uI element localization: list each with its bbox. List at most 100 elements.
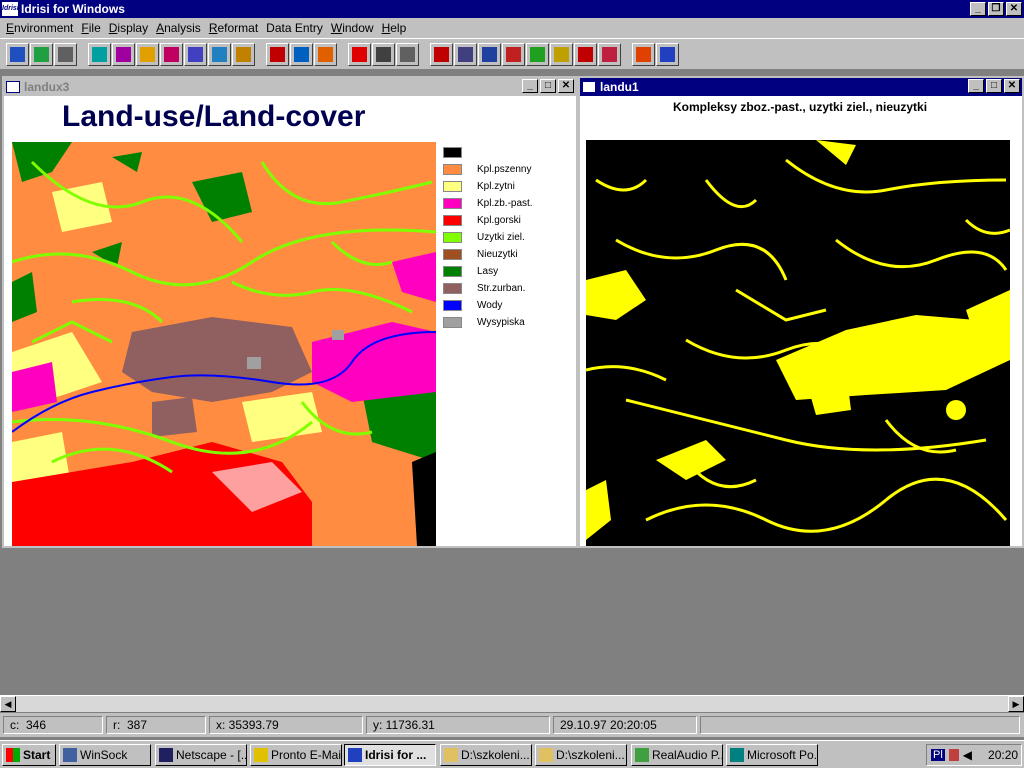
legend-swatch [443,300,462,311]
app-title: Idrisi for Windows [21,2,125,16]
export2-button[interactable] [574,43,597,66]
palette-button[interactable] [136,43,159,66]
mountain-button[interactable] [656,43,679,66]
grid-button[interactable] [598,43,621,66]
menu-help[interactable]: Help [378,21,411,35]
language-indicator[interactable]: Pl [931,749,945,761]
clock[interactable]: 20:20 [988,748,1018,762]
target-button[interactable] [348,43,371,66]
landux3-close-button[interactable]: ✕ [558,79,574,93]
taskbar-button-label: Microsoft Po... [747,748,818,762]
landu1-maximize-button[interactable]: □ [986,79,1002,93]
landu1-minimize-button[interactable]: _ [968,79,984,93]
taskbar-button-label: Netscape - [... [176,748,247,762]
export-icon [554,47,569,62]
layers-button[interactable] [30,43,53,66]
landu1-close-button[interactable]: ✕ [1004,79,1020,93]
import-icon [434,47,449,62]
legend-label: Kpl.zytni [477,181,515,192]
list-button[interactable] [54,43,77,66]
status-empty [700,716,1020,734]
export-button[interactable] [550,43,573,66]
scroll-right-button[interactable]: ▶ [1008,696,1024,712]
legend-item: Uzytki ziel. [443,232,525,243]
map-button[interactable] [88,43,111,66]
updown-button[interactable] [232,43,255,66]
window-button[interactable] [184,43,207,66]
close-button[interactable]: ✕ [1006,2,1022,16]
landux3-titlebar[interactable]: landux3 _ □ ✕ [4,78,576,96]
scroll-track[interactable] [16,696,1008,712]
query-button[interactable] [160,43,183,66]
export2-icon [578,47,593,62]
taskbar-button[interactable]: D:\szkoleni... [535,744,627,766]
status-row: r: 387 [106,716,206,734]
surface-button[interactable] [502,43,525,66]
arrows-button[interactable] [314,43,337,66]
landux3-maximize-button[interactable]: □ [540,79,556,93]
taskbar-button[interactable]: RealAudio P... [631,744,723,766]
landu1-titlebar[interactable]: landu1 _ □ ✕ [580,78,1022,96]
start-button[interactable]: Start [2,744,56,766]
legend-item: Lasy [443,266,498,277]
legend-item: Kpl.zb.-past. [443,198,533,209]
taskbar-button[interactable]: WinSock [59,744,151,766]
status-column: c: 346 [3,716,103,734]
legend-label: Str.zurban. [477,283,526,294]
legend-swatch [443,181,462,192]
scroll-left-button[interactable]: ◀ [0,696,16,712]
updown-icon [236,47,251,62]
legend-swatch [443,215,462,226]
text-icon [482,47,497,62]
histogram-button[interactable] [266,43,289,66]
taskbar-button-label: Idrisi for ... [365,748,427,762]
layers-icon [34,47,49,62]
taskbar-button[interactable]: D:\szkoleni... [440,744,532,766]
menu-file[interactable]: File [77,21,104,35]
zoom-button[interactable] [208,43,231,66]
digitize-button[interactable] [112,43,135,66]
landux3-window[interactable]: landux3 _ □ ✕ Land-use/Land-cover Kpl.ps… [2,76,578,548]
globe-button[interactable] [6,43,29,66]
mdi-horizontal-scrollbar[interactable]: ◀ ▶ [0,695,1024,712]
menu-display[interactable]: Display [105,21,152,35]
taskbar-button-label: WinSock [80,748,128,762]
route-icon [400,47,415,62]
landu1-window[interactable]: landu1 _ □ ✕ Kompleksy zboz.-past., uzyt… [578,76,1024,548]
add-layer-button[interactable] [526,43,549,66]
network-icon[interactable] [948,749,959,761]
idrisi-app-icon[interactable]: Idrisi [2,2,19,16]
list-icon [58,47,73,62]
binary-map[interactable] [586,140,1010,546]
menu-window[interactable]: Window [327,21,378,35]
landu1-map-title: Kompleksy zboz.-past., uzytki ziel., nie… [672,100,928,114]
taskbar-button[interactable]: Pronto E-Mail [250,744,342,766]
app-icon [635,748,649,762]
app-icon [539,748,553,762]
landu1-title: landu1 [600,80,639,94]
menu-analysis[interactable]: Analysis [152,21,205,35]
route-button[interactable] [396,43,419,66]
minimize-button[interactable]: _ [970,2,986,16]
landux3-minimize-button[interactable]: _ [522,79,538,93]
table-button[interactable] [454,43,477,66]
text-button[interactable] [478,43,501,66]
menubar: Environment File Display Analysis Reformat Da… [0,18,1024,38]
legend-item: Kpl.gorski [443,215,521,226]
restore-button[interactable]: ❐ [988,2,1004,16]
menu-data-entry[interactable]: Data Entry [262,21,327,35]
taskbar-button[interactable]: Netscape - [... [155,744,247,766]
land-use-map[interactable] [12,142,436,546]
scissors-button[interactable] [372,43,395,66]
map-icon [92,47,107,62]
taskbar-button[interactable]: Microsoft Po... [726,744,818,766]
contour-button[interactable] [290,43,313,66]
menu-environment[interactable]: Environment [2,21,77,35]
taskbar-button[interactable]: Idrisi for ... [344,744,436,766]
map-window-icon [6,81,20,93]
query-icon [164,47,179,62]
speaker-icon[interactable]: ◀ [963,748,972,762]
import-button[interactable] [430,43,453,66]
menu-reformat[interactable]: Reformat [205,21,262,35]
fire-button[interactable] [632,43,655,66]
